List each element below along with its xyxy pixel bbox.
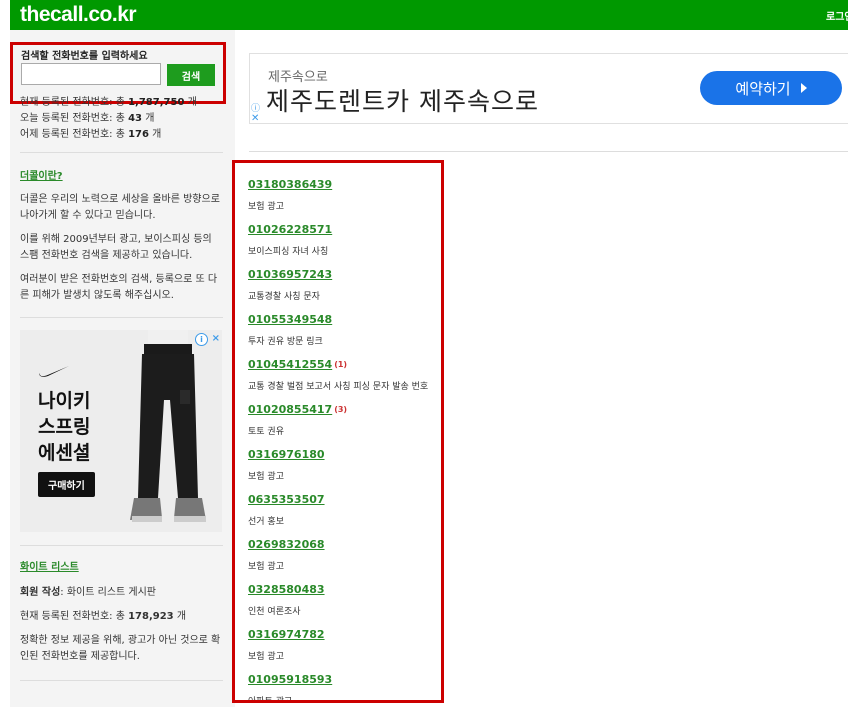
divider: [20, 680, 223, 681]
white-list-member: 회원 작성: 화이트 리스트 게시판: [20, 587, 157, 598]
phone-number-link[interactable]: 0316974782: [248, 628, 325, 641]
about-text: 더콜은 우리의 노력으로 세상을 올바른 방향으로 나아가게 할 수 있다고 믿…: [20, 192, 220, 312]
phone-number-link[interactable]: 0316976180: [248, 448, 325, 461]
phone-number-link[interactable]: 0328580483: [248, 583, 325, 596]
white-list-link[interactable]: 화이트 리스트: [20, 558, 225, 573]
list-item: 01020855417 (3) 토토 권유: [248, 398, 441, 437]
list-item: 01045412554 (1) 교통 경찰 벌점 보고서 사칭 피싱 문자 발송 …: [248, 353, 441, 392]
phone-number-link[interactable]: 0635353507: [248, 493, 325, 506]
search-title: 검색할 전화번호를 입력하세요: [21, 51, 148, 62]
number-description: 교통 경찰 벌점 보고서 사칭 피싱 문자 발송 번호: [248, 382, 429, 392]
list-item: 0316974782 보험 광고: [248, 623, 441, 662]
list-item: 03180386439 보험 광고: [248, 173, 441, 212]
login-link[interactable]: 로그인: [826, 8, 848, 23]
about-paragraph-2: 이를 위해 2009년부터 광고, 보이스피싱 등의 스팸 전화번호 검색을 제…: [20, 234, 212, 261]
divider: [20, 317, 223, 318]
registration-stats: 현재 등록된 전화번호: 총 1,787,750 개 오늘 등록된 전화번호: …: [20, 95, 230, 143]
list-item: 0328580483 인천 여론조사: [248, 578, 441, 617]
about-link[interactable]: 더콜이란?: [20, 167, 63, 182]
ad-close-icon[interactable]: ✕: [251, 113, 259, 124]
number-description: 인천 여론조사: [248, 607, 301, 617]
sidebar: 검색할 전화번호를 입력하세요 검색 현재 등록된 전화번호: 총 1,787,…: [10, 30, 235, 707]
number-description: 선거 홍보: [248, 517, 284, 527]
divider: [20, 152, 223, 153]
white-list-section: 화이트 리스트 회원 작성: 화이트 리스트 게시판 현재 등록된 전화번호: …: [20, 558, 225, 673]
recent-numbers-list: 03180386439 보험 광고 01026228571 보이스피싱 자녀 사…: [232, 160, 444, 703]
site-header: thecall.co.kr 로그인: [10, 0, 848, 30]
number-description: 보이스피싱 자녀 사칭: [248, 247, 329, 257]
banner-reserve-button[interactable]: 예약하기: [700, 71, 842, 105]
report-count: (1): [334, 360, 348, 369]
number-description: 아파트 광고: [248, 697, 293, 703]
search-button[interactable]: 검색: [167, 64, 215, 86]
list-item: 0316976180 보험 광고: [248, 443, 441, 482]
ad-close-icon[interactable]: ×: [212, 333, 220, 344]
report-count: (3): [334, 405, 348, 414]
number-description: 보험 광고: [248, 562, 284, 572]
divider: [249, 151, 848, 152]
number-description: 토토 권유: [248, 427, 284, 437]
phone-number-link[interactable]: 01026228571: [248, 223, 332, 236]
phone-number-link[interactable]: 01020855417: [248, 403, 332, 416]
list-item: 01036957243 교통경찰 사칭 문자: [248, 263, 441, 302]
number-description: 보험 광고: [248, 202, 284, 212]
play-arrow-icon: [800, 83, 807, 93]
stat-yesterday: 어제 등록된 전화번호: 총 176 개: [20, 129, 162, 140]
nike-ad[interactable]: 나이키 스프링 에센셜 구매하기 i ×: [20, 330, 222, 532]
list-item: 0635353507 선거 홍보: [248, 488, 441, 527]
divider: [20, 545, 223, 546]
list-item: 01026228571 보이스피싱 자녀 사칭: [248, 218, 441, 257]
about-paragraph-3: 여러분이 받은 전화번호의 검색, 등록으로 또 다른 피해가 발생치 않도록 …: [20, 274, 218, 301]
model-pants-image: [130, 330, 206, 522]
nike-ad-headline: 나이키 스프링 에센셜: [38, 390, 91, 464]
phone-number-link[interactable]: 01045412554: [248, 358, 332, 371]
nike-buy-button[interactable]: 구매하기: [38, 472, 95, 497]
search-input[interactable]: [21, 63, 161, 85]
number-description: 보험 광고: [248, 472, 284, 482]
white-list-count: 현재 등록된 전화번호: 총 178,923 개: [20, 611, 187, 622]
banner-headline: 제주도렌트카 제주속으로: [266, 87, 539, 116]
number-description: 교통경찰 사칭 문자: [248, 292, 320, 302]
stat-today: 오늘 등록된 전화번호: 총 43 개: [20, 113, 155, 124]
phone-number-link[interactable]: 01036957243: [248, 268, 332, 281]
number-description: 투자 권유 방문 링크: [248, 337, 323, 347]
phone-number-link[interactable]: 03180386439: [248, 178, 332, 191]
stat-total: 현재 등록된 전화번호: 총 1,787,750 개: [20, 97, 197, 108]
white-list-note: 정확한 정보 제공을 위해, 광고가 아닌 것으로 확인된 전화번호를 제공합니…: [20, 635, 221, 662]
list-item: 01095918593 아파트 광고: [248, 668, 441, 703]
phone-number-link[interactable]: 0269832068: [248, 538, 325, 551]
list-item: 0269832068 보험 광고: [248, 533, 441, 572]
nike-swoosh-icon: [39, 366, 69, 377]
list-item: 01055349548 투자 권유 방문 링크: [248, 308, 441, 347]
phone-number-link[interactable]: 01095918593: [248, 673, 332, 686]
phone-number-link[interactable]: 01055349548: [248, 313, 332, 326]
ad-info-icon[interactable]: i: [195, 333, 208, 346]
site-logo[interactable]: thecall.co.kr: [20, 3, 137, 27]
number-description: 보험 광고: [248, 652, 284, 662]
top-banner-ad[interactable]: 제주속으로 제주도렌트카 제주속으로 예약하기 ⓘ ✕: [249, 53, 848, 124]
about-paragraph-1: 더콜은 우리의 노력으로 세상을 올바른 방향으로 나아가게 할 수 있다고 믿…: [20, 194, 220, 221]
